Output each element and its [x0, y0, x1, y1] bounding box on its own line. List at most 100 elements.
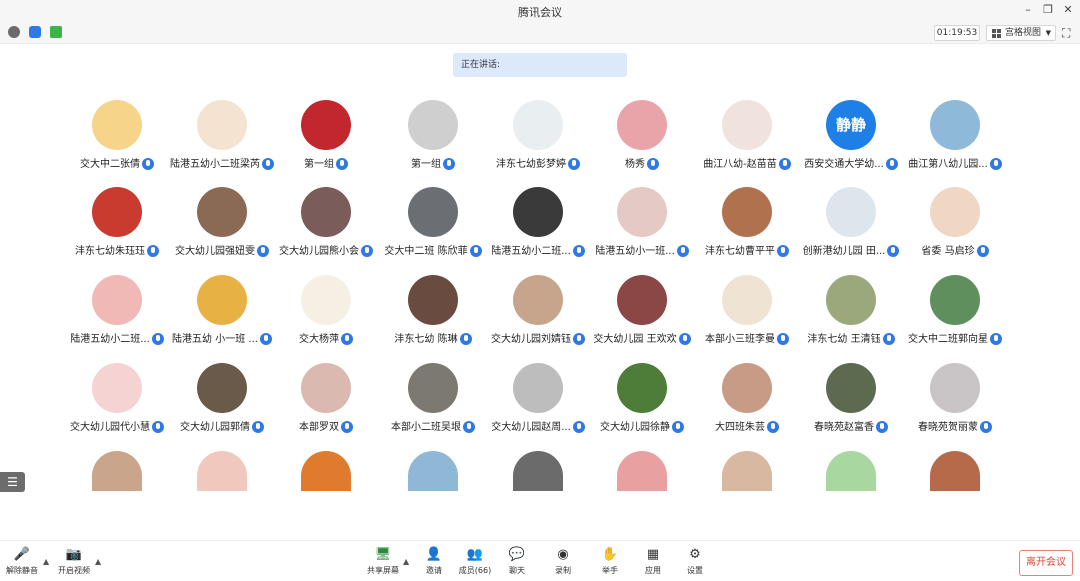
minimize-icon[interactable]: –: [1020, 3, 1036, 16]
participant-tile[interactable]: 杨秀: [590, 100, 694, 180]
mic-icon: [976, 245, 989, 257]
restore-icon[interactable]: ❐: [1040, 3, 1056, 16]
participant-avatar: [722, 451, 772, 491]
participant-tile[interactable]: 静静 西安交通大学幼...: [799, 100, 903, 180]
participant-avatar: [92, 363, 142, 413]
participant-tile[interactable]: 本部小三班李曼: [695, 275, 799, 355]
participant-name: 沣东七幼曹平平: [705, 246, 775, 257]
participant-name-row: 第一组: [264, 155, 388, 170]
participant-tile[interactable]: 本部小二班吴垠: [381, 363, 485, 443]
participant-name: 第一组: [304, 159, 334, 170]
participant-tile[interactable]: 交大幼儿园徐静: [590, 363, 694, 443]
mic-options-icon[interactable]: ▲: [43, 557, 49, 566]
mic-icon: [252, 421, 264, 433]
signal-icon[interactable]: [50, 26, 62, 38]
participant-tile[interactable]: 第一组: [274, 100, 378, 180]
participant-tile[interactable]: 陆港五幼小二班...: [486, 187, 590, 267]
participant-tile[interactable]: [486, 451, 590, 531]
share-screen-button[interactable]: 🖥 共享屏幕: [363, 547, 403, 576]
participant-tile[interactable]: [903, 451, 1007, 531]
participant-tile[interactable]: [695, 451, 799, 531]
mic-icon: [777, 245, 789, 257]
grid-view-icon: [992, 29, 1001, 38]
participant-tile[interactable]: 陆港五幼小二班...: [65, 275, 169, 355]
unmute-button[interactable]: 🎤 解除静音: [2, 547, 42, 576]
participant-tile[interactable]: 曲江第八幼儿园...: [903, 100, 1007, 180]
participant-tile[interactable]: 大四班朱芸: [695, 363, 799, 443]
participant-avatar: 静静: [826, 100, 876, 150]
participant-tile[interactable]: 交大幼儿园赵周...: [486, 363, 590, 443]
video-options-icon[interactable]: ▲: [95, 557, 101, 566]
participant-tile[interactable]: 本部罗双: [274, 363, 378, 443]
raise-hand-button[interactable]: ✋ 举手: [590, 547, 630, 576]
participant-tile[interactable]: 交大幼儿园强妞雯: [170, 187, 274, 267]
leave-meeting-button[interactable]: 离开会议: [1019, 550, 1073, 576]
participant-avatar: [408, 187, 458, 237]
participant-tile[interactable]: 交大幼儿园刘婧钰: [486, 275, 590, 355]
share-screen-label: 共享屏幕: [367, 566, 399, 575]
participant-avatar: [930, 187, 980, 237]
participant-tile[interactable]: 沣东七幼曹平平: [695, 187, 799, 267]
settings-button[interactable]: ⚙ 设置: [675, 547, 715, 576]
participant-tile[interactable]: 陆港五幼小二班梁芮: [170, 100, 274, 180]
participant-tile[interactable]: 沣东七幼 王清钰: [799, 275, 903, 355]
participant-avatar: [197, 275, 247, 325]
participant-tile[interactable]: 交大中二班郭向星: [903, 275, 1007, 355]
close-icon[interactable]: ✕: [1060, 3, 1076, 16]
participant-tile[interactable]: 交大中二班 陈欣菲: [381, 187, 485, 267]
start-video-button[interactable]: 📷 开启视频: [54, 547, 94, 576]
participant-tile[interactable]: 交大幼儿园郭倩: [170, 363, 274, 443]
participant-name: 交大幼儿园 王欢欢: [593, 334, 677, 345]
participant-tile[interactable]: 交大杨萍: [274, 275, 378, 355]
participant-tile[interactable]: [381, 451, 485, 531]
participant-tile[interactable]: 沣东七幼 陈琳: [381, 275, 485, 355]
participant-tile[interactable]: [65, 451, 169, 531]
participant-tile[interactable]: 春晓苑贺丽蒙: [903, 363, 1007, 443]
participant-name: 创新港幼儿园 田...: [802, 246, 886, 257]
participant-tile[interactable]: 省委 马启珍: [903, 187, 1007, 267]
participant-tile[interactable]: 陆港五幼 小一班 ...: [170, 275, 274, 355]
mic-icon: [647, 158, 659, 170]
share-options-icon[interactable]: ▲: [403, 557, 409, 566]
settings-label: 设置: [687, 566, 703, 575]
participant-name: 沣东七幼朱珏珏: [75, 246, 145, 257]
participant-avatar: [617, 187, 667, 237]
participant-avatar: [301, 363, 351, 413]
invite-button[interactable]: 👤 邀请: [414, 547, 454, 576]
view-mode-button[interactable]: 宫格视图 ▼: [986, 25, 1056, 41]
participant-avatar: [301, 451, 351, 491]
members-button[interactable]: 👥 成员(66): [455, 547, 495, 576]
participant-tile[interactable]: 创新港幼儿园 田...: [799, 187, 903, 267]
participant-tile[interactable]: 交大幼儿园 王欢欢: [590, 275, 694, 355]
participant-tile[interactable]: 曲江八幼-赵苗苗: [695, 100, 799, 180]
participant-avatar: [930, 363, 980, 413]
mic-icon: [980, 421, 992, 433]
participant-tile[interactable]: 第一组: [381, 100, 485, 180]
fullscreen-icon[interactable]: ⛶: [1062, 26, 1070, 41]
participant-avatar: [722, 363, 772, 413]
participant-tile[interactable]: 陆港五幼小一班...: [590, 187, 694, 267]
shield-icon[interactable]: [29, 26, 41, 38]
participant-tile[interactable]: 交大幼儿园代小慧: [65, 363, 169, 443]
participant-tile[interactable]: 交大中二张倩: [65, 100, 169, 180]
raise-hand-label: 举手: [602, 566, 618, 575]
participant-name: 省委 马启珍: [921, 246, 975, 257]
participant-tile[interactable]: [799, 451, 903, 531]
record-label: 录制: [555, 566, 571, 575]
participant-avatar: [197, 187, 247, 237]
participant-tile[interactable]: 春晓苑赵富香: [799, 363, 903, 443]
participant-tile[interactable]: 沣东七幼彭梦婷: [486, 100, 590, 180]
info-icon[interactable]: [8, 26, 20, 38]
participant-tile[interactable]: [590, 451, 694, 531]
participant-tile[interactable]: [170, 451, 274, 531]
chat-button[interactable]: 💬 聊天: [497, 547, 537, 576]
list-toggle-icon[interactable]: ☰: [0, 472, 25, 492]
participant-tile[interactable]: 沣东七幼朱珏珏: [65, 187, 169, 267]
participant-avatar: [930, 100, 980, 150]
record-button[interactable]: ◉ 录制: [543, 547, 583, 576]
apps-button[interactable]: ▦ 应用: [633, 547, 673, 576]
participant-tile[interactable]: 交大幼儿园熊小会: [274, 187, 378, 267]
participant-name: 本部小二班吴垠: [391, 422, 461, 433]
participant-avatar: [408, 100, 458, 150]
participant-tile[interactable]: [274, 451, 378, 531]
